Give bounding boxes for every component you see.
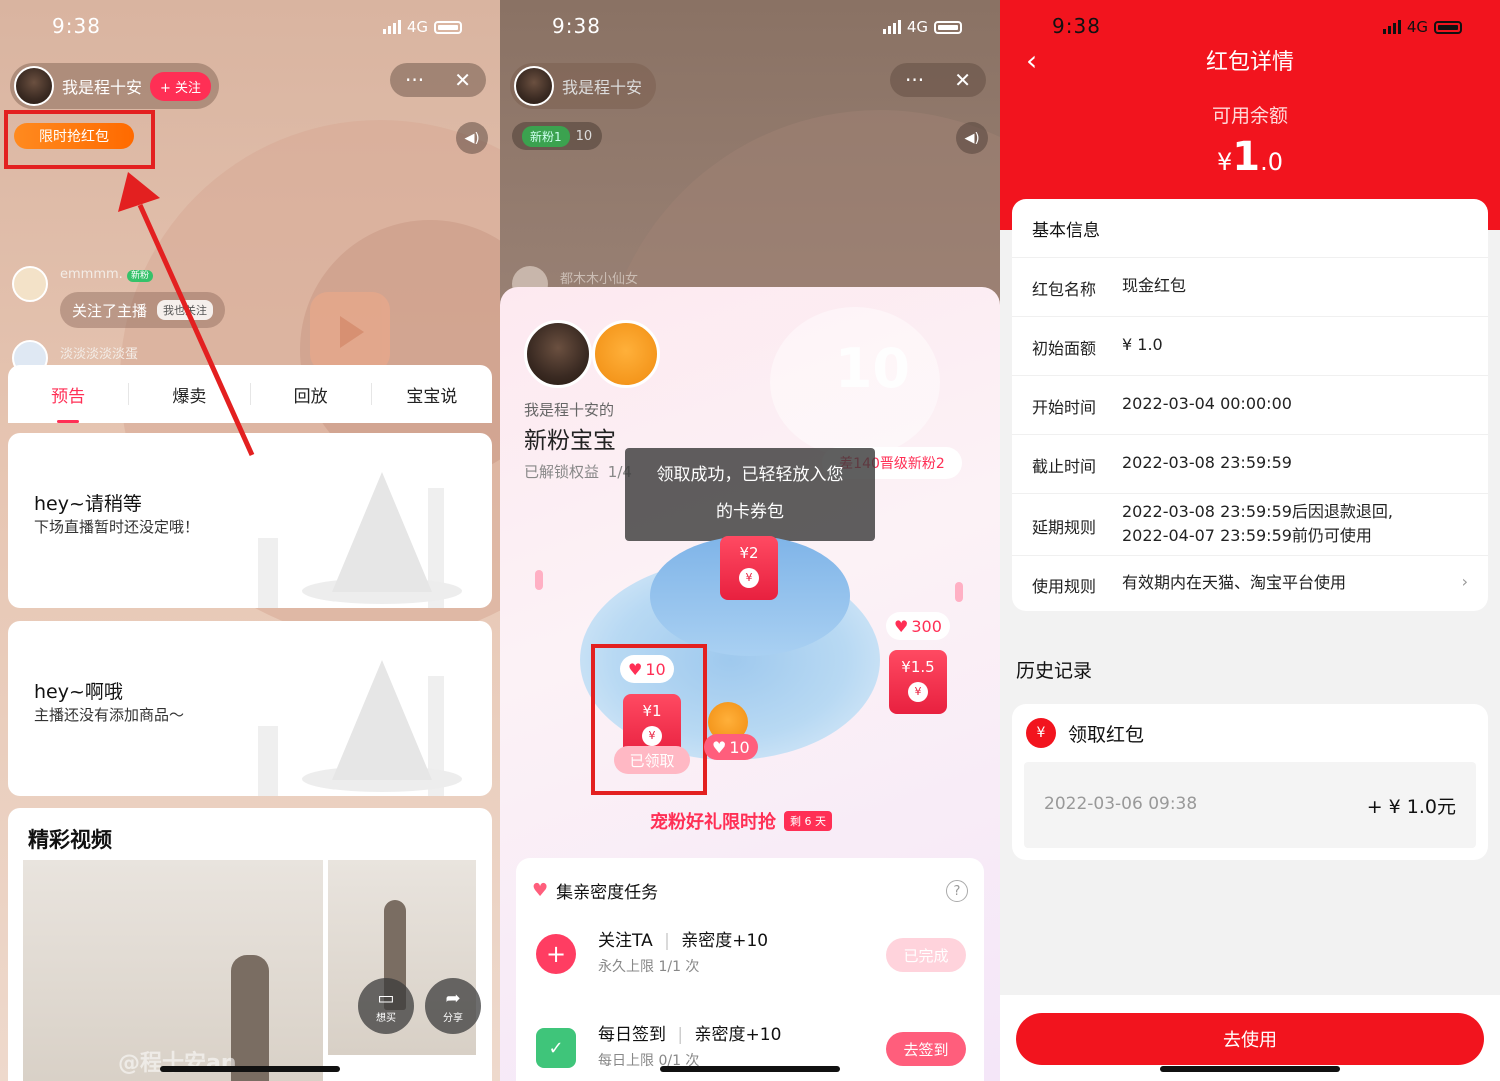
home-indicator (160, 1066, 340, 1072)
redpacket-detail-panel: 9:38 4G ‹ 红包详情 可用余额 ¥1.0 基本信息 红包名称 现金红包 … (1000, 0, 1500, 1081)
speaker-icon[interactable]: ◀) (956, 122, 988, 154)
task-section-header: ♥ 集亲密度任务 (532, 880, 659, 903)
fan-club-panel: 9:38 4G 我是程十安 ··· ✕ ◀) 新粉1 10 都木木小仙女 10 … (500, 0, 1000, 1081)
avatar (524, 320, 592, 388)
task-card: ♥ 集亲密度任务 ? + 关注TA | 亲密度+10 永久上限 1/1 次 已完… (516, 858, 984, 1081)
history-amount: + ¥ 1.0元 (1366, 796, 1456, 818)
unlocked-benefits: 已解锁权益 1/4 (524, 463, 632, 481)
heart-number: 10 (834, 337, 910, 400)
info-value: 2022-03-08 23:59:59后因退款退回, 2022-04-07 23… (1122, 502, 1394, 545)
fans-owner: 我是程十安的 (524, 401, 615, 419)
info-row: 截止时间 2022-03-08 23:59:59 (1012, 434, 1488, 493)
signal-icon (1382, 20, 1401, 34)
redpacket-icon: ¥ (1026, 718, 1056, 748)
fan-mascot-avatar (592, 320, 660, 388)
info-key: 延期规则 (1032, 518, 1097, 537)
avatar[interactable] (514, 66, 554, 106)
info-value: 2022-03-08 23:59:59 (1122, 453, 1292, 472)
balance-value: ¥1.0 (1216, 134, 1284, 180)
heart-icon: ♥ (894, 616, 909, 636)
info-key: 红包名称 (1032, 280, 1097, 299)
home-indicator (1160, 1066, 1340, 1072)
divider: | (664, 931, 670, 951)
host-name: 我是程十安 (562, 78, 643, 97)
info-row: 初始面额 ¥ 1.0 (1012, 316, 1488, 375)
basic-info-card: 基本信息 红包名称 现金红包 初始面额 ¥ 1.0 开始时间 2022-03-0… (1012, 199, 1488, 611)
calendar-icon: ✓ (536, 1028, 576, 1068)
task-limit: 永久上限 1/1 次 (598, 959, 700, 975)
page-title: 红包详情 (1205, 50, 1294, 75)
status-indicators: 4G (1382, 18, 1462, 36)
section-title: 基本信息 (1032, 221, 1100, 241)
plus-icon: + (536, 934, 576, 974)
host-info[interactable]: 我是程十安 (510, 63, 657, 109)
heart-cost-tag: ♥ 300 (886, 612, 950, 640)
fan-count: 10 (575, 128, 593, 144)
limit-title: 宠粉好礼限时抢 剩 6 天 (650, 808, 832, 834)
toast-line: 领取成功，已轻轻放入您 (656, 465, 844, 485)
arrow-line (137, 203, 255, 457)
info-value: 有效期内在天猫、淘宝平台使用 (1122, 573, 1347, 592)
highlight-box (591, 644, 707, 795)
more-close-pill: ··· ✕ (890, 63, 986, 97)
live-room-panel: 9:38 4G 我是程十安 + 关注 ··· ✕ ◀) 限时抢红包 emmmm.… (0, 0, 500, 1081)
info-row: 红包名称 现金红包 (1012, 257, 1488, 316)
toast-message: 领取成功，已轻轻放入您 的卡券包 (625, 448, 875, 541)
info-value: ¥ 1.0 (1122, 335, 1163, 354)
heart-icon: ♥ (532, 880, 549, 901)
info-key: 开始时间 (1032, 398, 1097, 417)
yuan-coin-icon: ¥ (908, 682, 928, 702)
completed-button: 已完成 (886, 938, 966, 972)
task-title: 关注TA | 亲密度+10 (598, 931, 769, 951)
status-time: 9:38 (1052, 14, 1101, 38)
yuan-coin-icon: ¥ (739, 568, 759, 588)
usage-rule-row[interactable]: 使用规则 有效期内在天猫、淘宝平台使用 › (1012, 555, 1488, 611)
history-card: ¥ 领取红包 2022-03-06 09:38 + ¥ 1.0元 (1012, 704, 1488, 860)
history-record: 2022-03-06 09:38 + ¥ 1.0元 (1024, 762, 1476, 848)
tree-decoration (535, 570, 543, 590)
chat-username: 都木木小仙女 (560, 272, 639, 287)
info-value: 现金红包 (1122, 276, 1187, 295)
more-icon[interactable]: ··· (905, 68, 924, 92)
chevron-right-icon: › (1461, 572, 1468, 591)
close-icon[interactable]: ✕ (954, 68, 971, 92)
help-icon[interactable]: ? (946, 880, 968, 902)
heart-icon: ♥ (712, 737, 727, 757)
redpacket-envelope[interactable]: ¥1.5 ¥ (889, 650, 947, 714)
section-title: 历史记录 (1016, 660, 1093, 682)
annotation-arrow (118, 172, 255, 457)
network-label: 4G (1406, 18, 1428, 36)
heart-progress-tag: ♥ 10 (704, 734, 758, 760)
home-indicator (660, 1066, 840, 1072)
info-row: 延期规则 2022-03-08 23:59:59后因退款退回, 2022-04-… (1012, 493, 1488, 555)
info-value: 2022-03-04 00:00:00 (1122, 394, 1292, 413)
days-left-badge: 剩 6 天 (784, 811, 832, 831)
battery-icon (1434, 20, 1462, 34)
fan-level-pill[interactable]: 新粉1 10 (512, 122, 603, 150)
network-label: 4G (906, 18, 928, 36)
status-indicators: 4G (882, 18, 962, 36)
history-name: 领取红包 (1068, 724, 1145, 746)
divider: | (677, 1025, 684, 1045)
fans-title: 新粉宝宝 (524, 428, 616, 454)
task-title: 每日签到 | 亲密度+10 (598, 1025, 782, 1045)
balance-label: 可用余额 (1211, 105, 1288, 127)
fan-badge: 新粉1 (522, 125, 570, 147)
info-key: 使用规则 (1032, 577, 1097, 596)
info-row: 开始时间 2022-03-04 00:00:00 (1012, 375, 1488, 434)
toast-line: 的卡券包 (716, 502, 784, 522)
redpacket-envelope[interactable]: ¥2 ¥ (720, 536, 778, 600)
battery-icon (934, 20, 962, 34)
signal-icon (882, 20, 901, 34)
info-key: 初始面额 (1032, 339, 1097, 358)
use-button[interactable]: 去使用 (1016, 1013, 1484, 1065)
task-row: + 关注TA | 亲密度+10 永久上限 1/1 次 已完成 (536, 926, 966, 986)
history-time: 2022-03-06 09:38 (1044, 794, 1198, 814)
tree-decoration (955, 582, 963, 602)
info-key: 截止时间 (1032, 457, 1097, 476)
sign-in-button[interactable]: 去签到 (886, 1032, 966, 1066)
status-time: 9:38 (552, 14, 601, 38)
